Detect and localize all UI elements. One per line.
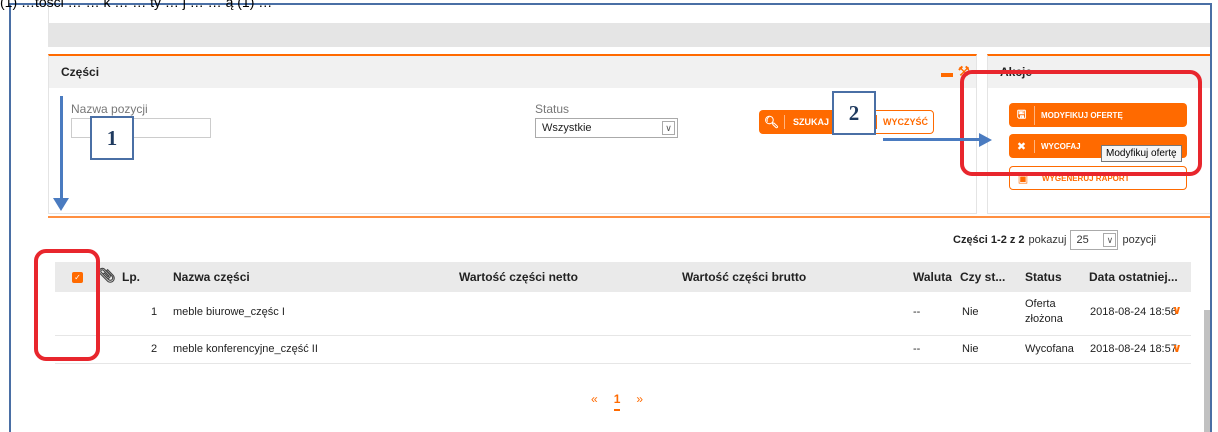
row-currency: -- bbox=[913, 306, 921, 318]
scrollbar[interactable] bbox=[1204, 310, 1210, 432]
chevron-down-icon[interactable]: ∨ bbox=[1172, 341, 1182, 355]
row-currency: -- bbox=[913, 343, 921, 355]
row-status: Oferta bbox=[1025, 298, 1056, 310]
pagination: « 1 » bbox=[591, 392, 643, 411]
annotation-arrow-2 bbox=[979, 133, 992, 147]
row-lp: 1 bbox=[151, 306, 158, 318]
status-label: Status bbox=[535, 102, 570, 116]
pager-suffix: pozycji bbox=[1122, 234, 1157, 246]
row-date: 2018-08-24 18:56 bbox=[1090, 306, 1177, 318]
row-czy: Nie bbox=[962, 343, 979, 355]
col-net[interactable]: Wartość części netto bbox=[459, 270, 578, 284]
row-date: 2018-08-24 18:57 bbox=[1090, 343, 1177, 355]
row-status-2: złożona bbox=[1025, 313, 1063, 325]
clear-button-label: WYCZYŚĆ bbox=[883, 117, 928, 127]
annotation-arrow-1 bbox=[53, 198, 69, 211]
gray-bar bbox=[48, 23, 1210, 47]
parts-table: Części 1-2 z 2 pokazuj 25 ∨ pozycji ✓ 📎︎… bbox=[48, 218, 1210, 432]
row-lp: 2 bbox=[151, 343, 158, 355]
caption-text: (1) …tości … … k … … ty … j … … ą (1) … bbox=[0, 0, 273, 10]
status-select-value: Wszystkie bbox=[542, 122, 592, 134]
col-name[interactable]: Nazwa części bbox=[173, 270, 250, 284]
panel-header: Części ⚒ bbox=[49, 56, 976, 88]
pager-show-label: pokazuj bbox=[1028, 234, 1067, 246]
page-size-select[interactable]: 25 ∨ bbox=[1070, 230, 1119, 250]
status-select[interactable]: Wszystkie ∨ bbox=[535, 118, 678, 138]
annotation-line-1 bbox=[60, 96, 63, 204]
col-date[interactable]: Data ostatniej... bbox=[1089, 270, 1178, 284]
page-size-value: 25 bbox=[1076, 234, 1089, 246]
annotation-line-2 bbox=[883, 138, 983, 141]
prev-page-link[interactable]: « bbox=[591, 392, 598, 411]
chevron-down-icon[interactable]: ∨ bbox=[1172, 303, 1182, 317]
row-name: meble konferencyjne_część II bbox=[173, 343, 318, 355]
search-button-label: SZUKAJ bbox=[793, 117, 830, 127]
current-page[interactable]: 1 bbox=[613, 392, 621, 411]
table-header: ✓ 📎︎ Lp. Nazwa części Wartość części net… bbox=[55, 262, 1191, 292]
callout-2: 2 bbox=[832, 91, 876, 135]
panel-title: Części bbox=[61, 65, 100, 79]
table-row[interactable]: 1 meble biurowe_częśc I -- Nie Oferta zł… bbox=[55, 292, 1191, 336]
pager-info: Części 1-2 z 2 pokazuj 25 ∨ pozycji bbox=[953, 230, 1156, 250]
row-name: meble biurowe_częśc I bbox=[173, 306, 285, 318]
row-czy: Nie bbox=[962, 306, 979, 318]
collapse-icon[interactable] bbox=[941, 72, 954, 77]
col-gross[interactable]: Wartość części brutto bbox=[682, 270, 806, 284]
col-currency[interactable]: Waluta bbox=[913, 270, 952, 284]
annotation-highlight-checkbox bbox=[34, 249, 100, 361]
name-label: Nazwa pozycji bbox=[71, 102, 148, 116]
col-status[interactable]: Status bbox=[1025, 270, 1062, 284]
annotation-highlight-actions bbox=[960, 70, 1202, 176]
search-icon: 🔍︎ bbox=[759, 115, 785, 129]
next-page-link[interactable]: » bbox=[636, 392, 643, 411]
search-button[interactable]: 🔍︎ SZUKAJ bbox=[759, 110, 839, 134]
chevron-down-icon: ∨ bbox=[662, 121, 675, 135]
screenshot-frame: Części ⚒ Nazwa pozycji Status Wszystkie … bbox=[9, 3, 1212, 432]
chevron-down-icon: ∨ bbox=[1103, 233, 1117, 247]
pager-count: Części 1-2 z 2 bbox=[953, 234, 1025, 246]
col-lp[interactable]: Lp. bbox=[122, 270, 140, 284]
col-czy[interactable]: Czy st... bbox=[960, 270, 1005, 284]
callout-1: 1 bbox=[90, 116, 134, 160]
table-row[interactable]: 2 meble konferencyjne_część II -- Nie Wy… bbox=[55, 336, 1191, 364]
row-status: Wycofana bbox=[1025, 343, 1074, 355]
paperclip-icon: 📎︎ bbox=[98, 267, 116, 283]
